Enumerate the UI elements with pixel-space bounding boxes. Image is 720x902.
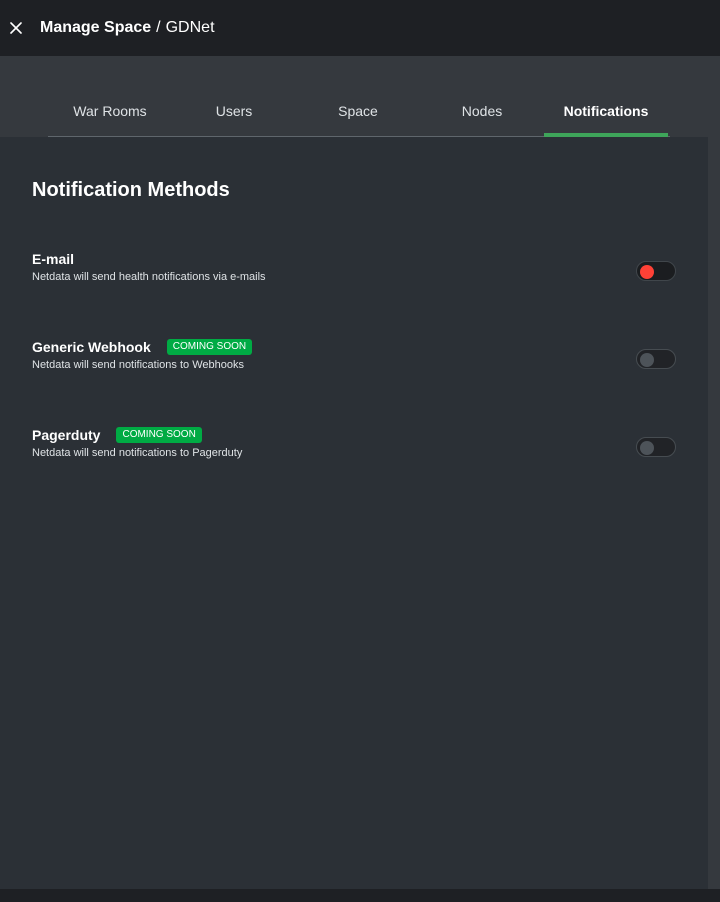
close-button[interactable] bbox=[0, 0, 32, 56]
tab-space[interactable]: Space bbox=[296, 56, 420, 136]
method-header: Pagerduty COMING SOON bbox=[32, 425, 676, 445]
method-pagerduty: Pagerduty COMING SOON Netdata will send … bbox=[32, 425, 676, 469]
content-panel: Notification Methods E-mail Netdata will… bbox=[0, 137, 708, 889]
title-separator: / bbox=[156, 19, 161, 36]
method-name: E-mail bbox=[32, 251, 75, 267]
tab-notifications[interactable]: Notifications bbox=[544, 56, 668, 137]
method-description: Netdata will send notifications to Pager… bbox=[32, 447, 243, 459]
method-header: Generic Webhook COMING SOON bbox=[32, 337, 676, 357]
webhook-toggle[interactable] bbox=[636, 349, 676, 369]
coming-soon-badge: COMING SOON bbox=[166, 339, 253, 355]
title-manage-space: Manage Space bbox=[40, 19, 152, 36]
method-generic-webhook: Generic Webhook COMING SOON Netdata will… bbox=[32, 337, 676, 381]
method-email: E-mail Netdata will send health notifica… bbox=[32, 249, 676, 293]
method-header: E-mail bbox=[32, 249, 676, 269]
footer-strip bbox=[0, 889, 720, 902]
pagerduty-toggle[interactable] bbox=[636, 437, 676, 457]
tab-bar: War Rooms Users Space Nodes Notification… bbox=[0, 56, 720, 137]
section-title: Notification Methods bbox=[32, 179, 230, 201]
page-title: Manage Space / GDNet bbox=[40, 19, 215, 37]
toggle-knob bbox=[640, 353, 654, 367]
method-description: Netdata will send notifications to Webho… bbox=[32, 359, 244, 371]
tab-users[interactable]: Users bbox=[172, 56, 296, 136]
tab-nodes[interactable]: Nodes bbox=[420, 56, 544, 136]
coming-soon-badge: COMING SOON bbox=[116, 427, 202, 443]
toggle-knob bbox=[640, 265, 654, 279]
tabs: War Rooms Users Space Nodes Notification… bbox=[48, 56, 670, 137]
toggle-knob bbox=[640, 441, 654, 455]
scrollbar-track[interactable] bbox=[708, 137, 720, 889]
method-name: Pagerduty bbox=[32, 427, 101, 443]
tab-war-rooms[interactable]: War Rooms bbox=[48, 56, 172, 136]
close-icon bbox=[10, 22, 22, 34]
top-header: Manage Space / GDNet bbox=[0, 0, 720, 56]
method-name: Generic Webhook bbox=[32, 339, 151, 355]
method-description: Netdata will send health notifications v… bbox=[32, 271, 266, 283]
title-space-name: GDNet bbox=[165, 19, 215, 36]
email-toggle[interactable] bbox=[636, 261, 676, 281]
